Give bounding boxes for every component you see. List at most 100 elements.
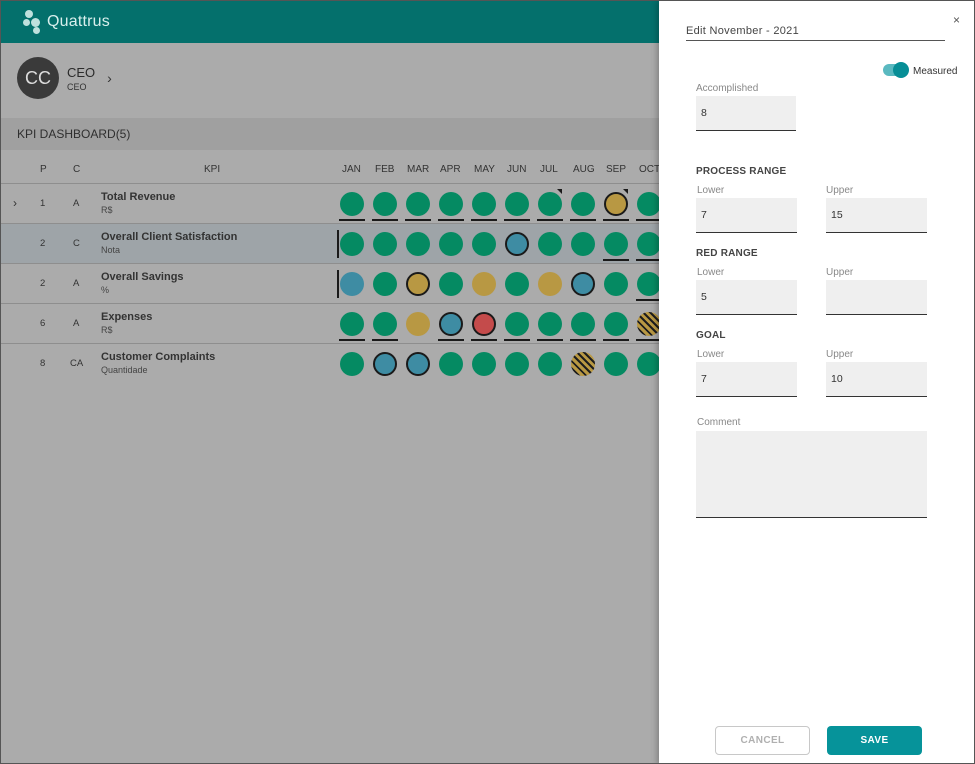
cell-underline — [339, 339, 365, 341]
status-dot-green[interactable] — [340, 312, 364, 336]
kpi-name[interactable]: Overall Client Satisfaction — [101, 231, 237, 243]
comment-textarea[interactable] — [696, 431, 927, 518]
status-dot-green[interactable] — [439, 192, 463, 216]
kpi-unit: R$ — [101, 205, 113, 215]
status-dot-green[interactable] — [538, 312, 562, 336]
month-header: MAR — [407, 164, 430, 175]
table-row[interactable]: 2 A Overall Savings % — [1, 264, 662, 304]
status-dot-green[interactable] — [637, 232, 661, 256]
toggle-knob — [893, 62, 909, 78]
measured-toggle[interactable] — [883, 62, 909, 78]
status-dot-green[interactable] — [604, 352, 628, 376]
status-dot-blue[interactable] — [406, 352, 430, 376]
status-dot-green[interactable] — [571, 232, 595, 256]
kpi-name[interactable]: Customer Complaints — [101, 351, 215, 363]
status-dot-green[interactable] — [604, 272, 628, 296]
accomplished-input[interactable]: 8 — [696, 96, 796, 131]
chevron-right-icon[interactable]: › — [107, 70, 112, 86]
status-dot-blue[interactable] — [571, 272, 595, 296]
kpi-name[interactable]: Total Revenue — [101, 191, 175, 203]
status-dot-green[interactable] — [637, 272, 661, 296]
status-dot-green[interactable] — [505, 192, 529, 216]
status-dot-blue[interactable] — [439, 312, 463, 336]
column-header-c[interactable]: C — [73, 164, 80, 175]
user-header[interactable]: CC CEO CEO › — [17, 57, 112, 99]
row-p: 8 — [40, 358, 46, 369]
goal-lower-input[interactable]: 7 — [696, 362, 797, 397]
status-dot-green[interactable] — [505, 272, 529, 296]
status-dot-green[interactable] — [538, 192, 562, 216]
month-header: MAY — [474, 164, 495, 175]
table-row[interactable]: 8 CA Customer Complaints Quantidade — [1, 344, 661, 384]
table-row[interactable]: 6 A Expenses R$ — [1, 304, 662, 344]
cancel-button[interactable]: CANCEL — [715, 726, 810, 755]
row-p: 6 — [40, 318, 46, 329]
process-upper-input[interactable]: 15 — [826, 198, 927, 233]
status-dot-blue[interactable] — [505, 232, 529, 256]
status-dot-green[interactable] — [604, 232, 628, 256]
red-upper-input[interactable] — [826, 280, 927, 315]
status-dot-green[interactable] — [406, 232, 430, 256]
save-button[interactable]: SAVE — [827, 726, 922, 755]
month-header: APR — [440, 164, 461, 175]
kpi-name[interactable]: Overall Savings — [101, 271, 184, 283]
status-dot-green[interactable] — [505, 312, 529, 336]
status-dot-gold[interactable] — [604, 192, 628, 216]
column-header-p[interactable]: P — [40, 164, 47, 175]
dashboard-title-bar: KPI DASHBOARD(5) — [1, 118, 659, 150]
status-dot-green[interactable] — [439, 272, 463, 296]
table-header: P C KPI JAN FEB MAR APR MAY JUN JUL AUG … — [1, 151, 660, 184]
table-row[interactable]: 2 C Overall Client Satisfaction Nota — [1, 224, 662, 264]
process-lower-input[interactable]: 7 — [696, 198, 797, 233]
status-dot-green[interactable] — [340, 352, 364, 376]
status-dot-striped[interactable] — [571, 352, 595, 376]
status-dot-green[interactable] — [439, 352, 463, 376]
status-dot-green[interactable] — [571, 312, 595, 336]
red-lower-input[interactable]: 5 — [696, 280, 797, 315]
cell-marker-bar — [337, 270, 339, 298]
comment-flag-icon — [623, 189, 628, 194]
expand-chevron-icon[interactable]: › — [13, 196, 17, 210]
kpi-unit: % — [101, 285, 110, 295]
row-c: CA — [70, 358, 84, 369]
status-dot-green[interactable] — [472, 192, 496, 216]
cell-underline — [603, 339, 629, 341]
status-dot-blue[interactable] — [373, 352, 397, 376]
status-dot-green[interactable] — [604, 312, 628, 336]
status-dot-striped[interactable] — [637, 312, 661, 336]
status-dot-green[interactable] — [340, 232, 364, 256]
status-dot-green[interactable] — [571, 192, 595, 216]
status-dot-gold[interactable] — [472, 272, 496, 296]
quattrus-logo-icon — [23, 10, 43, 34]
status-dot-green[interactable] — [472, 232, 496, 256]
status-dot-green[interactable] — [373, 272, 397, 296]
status-dot-green[interactable] — [637, 192, 661, 216]
brand[interactable]: Quattrus — [23, 9, 110, 35]
status-dot-green[interactable] — [505, 352, 529, 376]
status-dot-gold[interactable] — [406, 312, 430, 336]
row-p: 2 — [40, 238, 46, 249]
status-dot-green[interactable] — [439, 232, 463, 256]
status-dot-red[interactable] — [472, 312, 496, 336]
close-icon[interactable]: × — [953, 13, 960, 27]
status-dot-green[interactable] — [538, 232, 562, 256]
status-dot-green[interactable] — [472, 352, 496, 376]
status-dot-blue[interactable] — [340, 272, 364, 296]
kpi-name[interactable]: Expenses — [101, 311, 152, 323]
status-dot-green[interactable] — [637, 352, 661, 376]
user-name: CEO — [67, 64, 96, 80]
status-dot-green[interactable] — [373, 232, 397, 256]
status-dot-green[interactable] — [373, 312, 397, 336]
edit-title: Edit November - 2021 — [686, 25, 945, 41]
status-dot-green[interactable] — [406, 192, 430, 216]
goal-upper-input[interactable]: 10 — [826, 362, 927, 397]
table-row[interactable]: › 1 A Total Revenue R$ — [1, 184, 662, 224]
column-header-kpi[interactable]: KPI — [204, 164, 220, 175]
status-dot-green[interactable] — [340, 192, 364, 216]
accomplished-label: Accomplished — [696, 83, 759, 94]
status-dot-green[interactable] — [538, 352, 562, 376]
cell-underline — [372, 339, 398, 341]
status-dot-green[interactable] — [373, 192, 397, 216]
status-dot-gold[interactable] — [406, 272, 430, 296]
status-dot-gold[interactable] — [538, 272, 562, 296]
